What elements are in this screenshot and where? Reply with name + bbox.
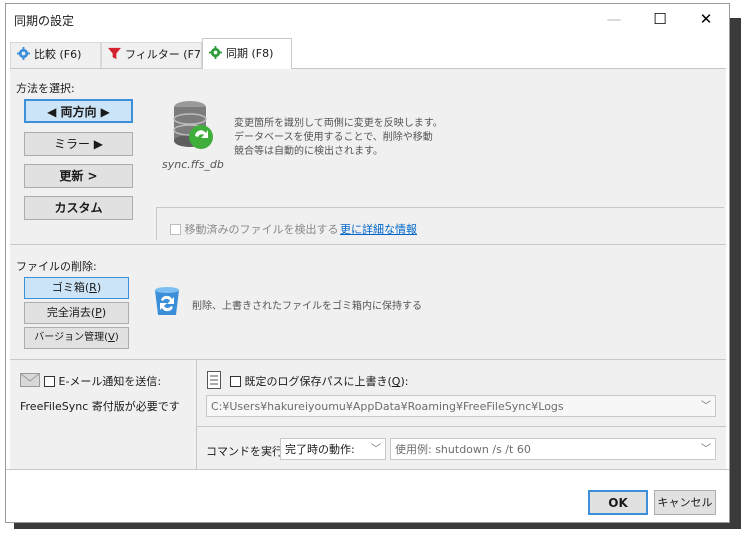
tab-sync-label: 同期 (F8) — [226, 47, 274, 60]
command-input[interactable]: 使用例: shutdown /s /t 60 ﹀ — [390, 438, 716, 460]
email-option[interactable]: E-メール通知を送信: — [44, 373, 161, 389]
divider — [156, 207, 724, 208]
update-button[interactable]: 更新 > — [24, 164, 133, 188]
permanent-delete-button[interactable]: 完全消去(P) — [24, 302, 129, 324]
description-line: 変更箇所を識別して両側に変更を反映します。 — [234, 118, 443, 129]
detect-moved-option[interactable]: 移動済みのファイルを検出する — [170, 221, 339, 237]
ok-button[interactable]: OK — [588, 490, 648, 515]
gear-icon — [17, 47, 30, 60]
sync-settings-dialog: 同期の設定 — ☐ ✕ 比較 (F6) フィルター (F7) 同期 (F8) 方… — [5, 3, 730, 523]
versioning-button[interactable]: バージョン管理(V) — [24, 327, 129, 349]
recycle-bin-button[interactable]: ゴミ箱(R) — [24, 277, 129, 299]
mirror-button[interactable]: ミラー ▶ — [24, 132, 133, 156]
divider — [10, 359, 726, 360]
log-label: 既定のログ保存パスに上書き(Q): — [244, 375, 409, 388]
email-checkbox[interactable] — [44, 376, 55, 387]
deletion-description: 削除、上書きされたファイルをゴミ箱内に保持する — [192, 301, 422, 312]
log-path-field[interactable]: C:¥Users¥hakureiyoumu¥AppData¥Roaming¥Fr… — [206, 395, 716, 417]
method-heading: 方法を選択: — [16, 82, 75, 95]
when-value: 完了時の動作: — [285, 443, 355, 456]
window-title: 同期の設定 — [14, 14, 75, 28]
gear-icon — [209, 46, 222, 59]
database-sync-icon — [173, 101, 213, 149]
title-bar: 同期の設定 — ☐ ✕ — [6, 4, 729, 34]
tab-filter-label: フィルター (F7) — [125, 48, 206, 61]
divider — [156, 207, 157, 240]
log-file-icon — [207, 371, 221, 389]
cancel-button[interactable]: キャンセル — [654, 490, 716, 515]
maximize-button[interactable]: ☐ — [637, 4, 683, 34]
log-checkbox[interactable] — [230, 376, 241, 387]
tab-sync[interactable]: 同期 (F8) — [202, 38, 292, 69]
more-info-link[interactable]: 更に詳細な情報 — [340, 221, 417, 237]
db-caption: sync.ffs_db — [162, 158, 224, 171]
minimize-button[interactable]: — — [591, 4, 637, 34]
custom-button[interactable]: カスタム — [24, 196, 133, 220]
tab-filter[interactable]: フィルター (F7) — [101, 42, 206, 68]
when-select[interactable]: 完了時の動作: ﹀ — [280, 438, 386, 460]
email-note: FreeFileSync 寄付版が必要です — [20, 400, 180, 413]
detect-moved-checkbox[interactable] — [170, 224, 181, 235]
command-placeholder: 使用例: shutdown /s /t 60 — [395, 443, 531, 456]
divider — [196, 426, 726, 427]
filter-icon — [108, 47, 121, 60]
email-label: E-メール通知を送信: — [58, 375, 162, 388]
description-line: データベースを使用することで、削除や移動 — [234, 132, 433, 143]
divider — [6, 469, 729, 470]
sync-panel: 方法を選択: ◀ 両方向 ▶ ミラー ▶ 更新 > カスタム sync.ffs_… — [10, 68, 726, 469]
close-button[interactable]: ✕ — [683, 4, 729, 34]
two-way-button[interactable]: ◀ 両方向 ▶ — [24, 99, 133, 123]
chevron-down-icon: ﹀ — [701, 444, 711, 455]
chevron-down-icon: ﹀ — [701, 401, 711, 412]
chevron-down-icon: ﹀ — [371, 444, 381, 455]
description-line: 競合等は自動的に検出されます。 — [234, 146, 383, 157]
method-description: 変更箇所を識別して両側に変更を反映します。 データベースを使用することで、削除や… — [234, 117, 443, 159]
log-path: C:¥Users¥hakureiyoumu¥AppData¥Roaming¥Fr… — [211, 400, 564, 413]
tab-compare-label: 比較 (F6) — [34, 48, 82, 61]
command-label: コマンドを実行: — [206, 445, 287, 458]
tab-bar: 比較 (F6) フィルター (F7) 同期 (F8) — [6, 38, 729, 69]
divider — [10, 244, 726, 245]
deletion-heading: ファイルの削除: — [16, 260, 97, 273]
detect-moved-label: 移動済みのファイルを検出する — [184, 223, 339, 236]
recycle-bin-icon — [155, 287, 179, 315]
log-option[interactable]: 既定のログ保存パスに上書き(Q): — [230, 373, 408, 389]
email-icon — [20, 373, 40, 387]
tab-compare[interactable]: 比較 (F6) — [10, 42, 101, 68]
divider — [196, 359, 197, 469]
